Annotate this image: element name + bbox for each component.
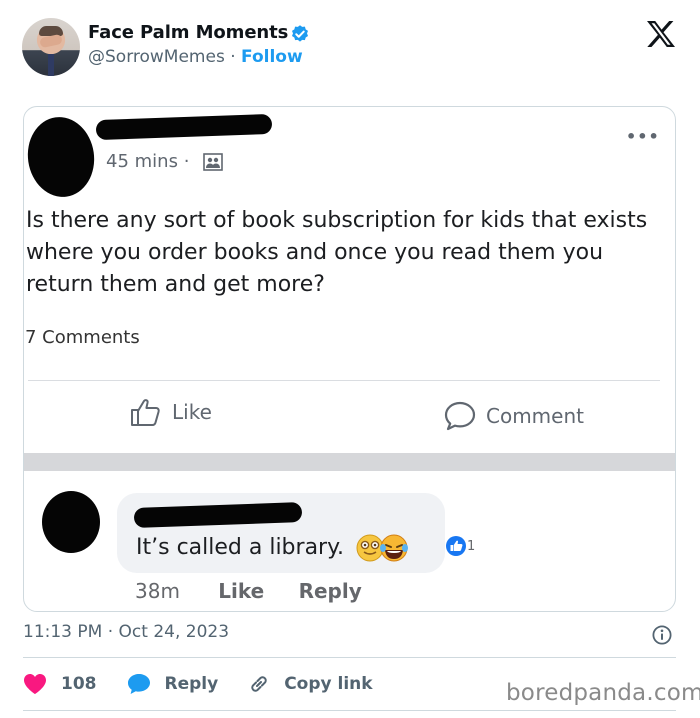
bottom-divider [23,710,676,711]
x-logo-icon[interactable] [646,20,676,48]
handle-separator: · [230,47,236,67]
reply-like-button[interactable]: Like [218,579,264,603]
section-separator [24,453,675,471]
reply-action[interactable]: Reply [127,673,219,695]
post-time-text: 45 mins [106,151,178,172]
author-name[interactable]: Face Palm Moments [88,22,288,43]
reply-meta: 38m Like Reply [135,579,362,603]
like-action[interactable]: 108 [23,673,97,695]
laughing-emoji-icon [356,534,408,562]
reply-time: 38m [135,579,180,603]
embedded-post-image[interactable]: 45 mins · ••• Is there any sort of book … [23,106,676,612]
redacted-reply-avatar [42,491,100,553]
author-handle[interactable]: @SorrowMemes [88,47,225,67]
follow-button[interactable]: Follow [241,47,303,67]
time-separator: · [183,151,190,172]
post-comment-label: Comment [486,404,584,428]
redacted-name [95,113,273,141]
reaction-count: 1 [467,538,476,554]
group-icon [203,153,223,171]
tweet-timestamp[interactable]: 11:13 PM · Oct 24, 2023 [23,622,229,642]
post-comment-button[interactable]: Comment [444,401,584,431]
post-time: 45 mins · [106,151,189,172]
author-handle-line: @SorrowMemes · Follow [88,47,303,67]
post-like-button[interactable]: Like [130,397,212,427]
post-like-label: Like [172,400,212,424]
post-divider [28,380,660,381]
footer-divider [23,657,676,658]
likes-count: 108 [61,674,97,694]
author-avatar[interactable] [22,18,80,76]
copy-link-label: Copy link [284,674,373,694]
thumbs-up-icon [131,399,160,426]
copy-link-action[interactable]: Copy link [248,673,373,695]
comment-bubble-icon [444,401,476,431]
like-reaction-icon [446,536,466,556]
comments-count[interactable]: 7 Comments [25,327,140,348]
tweet-actions: 108 Reply Copy link [23,670,403,698]
more-options-icon[interactable]: ••• [626,127,660,146]
reply-text: It’s called a library. [136,535,344,560]
reply-label: Reply [164,674,219,694]
reply-bubble-icon [127,674,150,694]
redacted-avatar [24,112,100,202]
link-icon [251,676,267,692]
reply-reply-button[interactable]: Reply [299,579,362,603]
reaction-badge[interactable]: 1 [445,535,475,557]
verified-badge-icon [292,25,308,42]
avatar-tie [48,54,54,76]
heart-icon [24,674,46,694]
post-body: Is there any sort of book subscription f… [26,208,648,297]
info-icon[interactable] [651,624,673,646]
watermark-text: boredpanda.com [506,680,700,706]
